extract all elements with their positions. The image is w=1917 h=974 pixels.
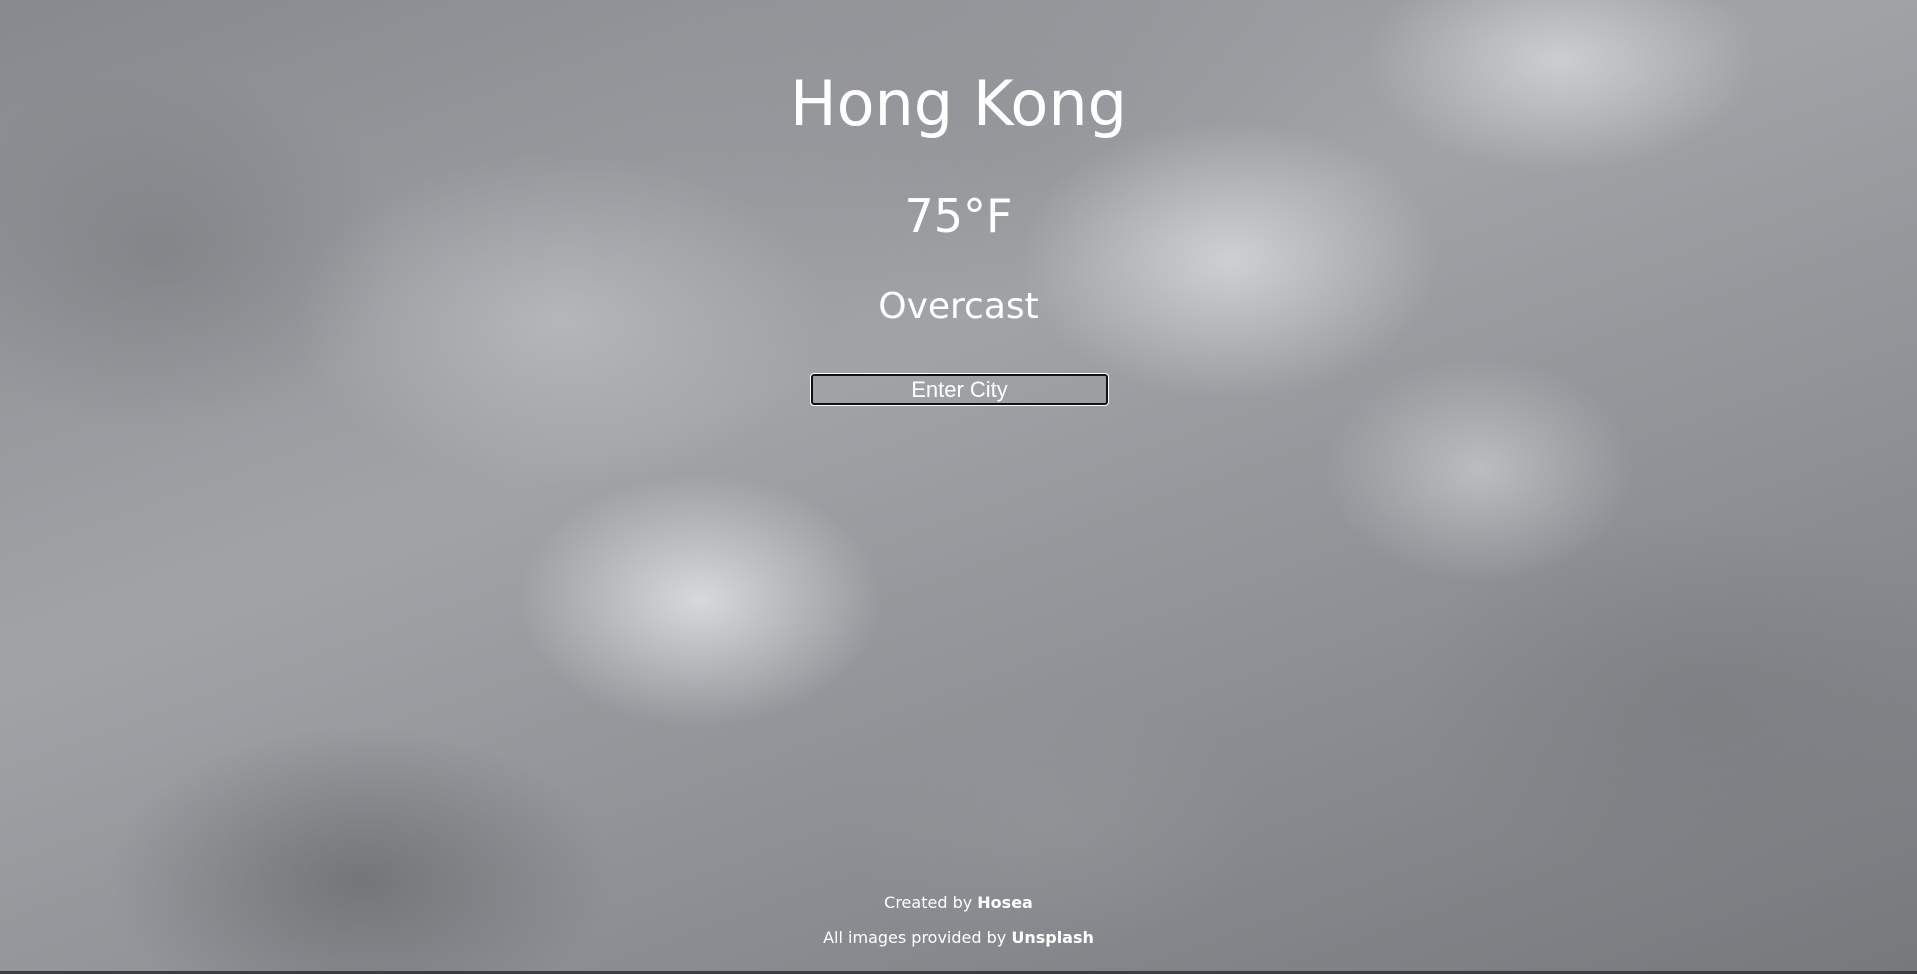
footer: Created by Hosea All images provided by … [0,890,1917,960]
image-credit-prefix: All images provided by [823,928,1012,947]
image-credit-line: All images provided by Unsplash [0,925,1917,960]
city-search-input[interactable] [810,373,1109,406]
background-image [0,0,1917,974]
weather-condition: Overcast [878,286,1039,327]
credit-prefix: Created by [884,893,978,912]
city-name: Hong Kong [789,67,1128,140]
author-link[interactable]: Hosea [977,893,1033,912]
unsplash-link[interactable]: Unsplash [1011,928,1094,947]
credit-line: Created by Hosea [0,890,1917,925]
temperature: 75°F [904,189,1013,243]
